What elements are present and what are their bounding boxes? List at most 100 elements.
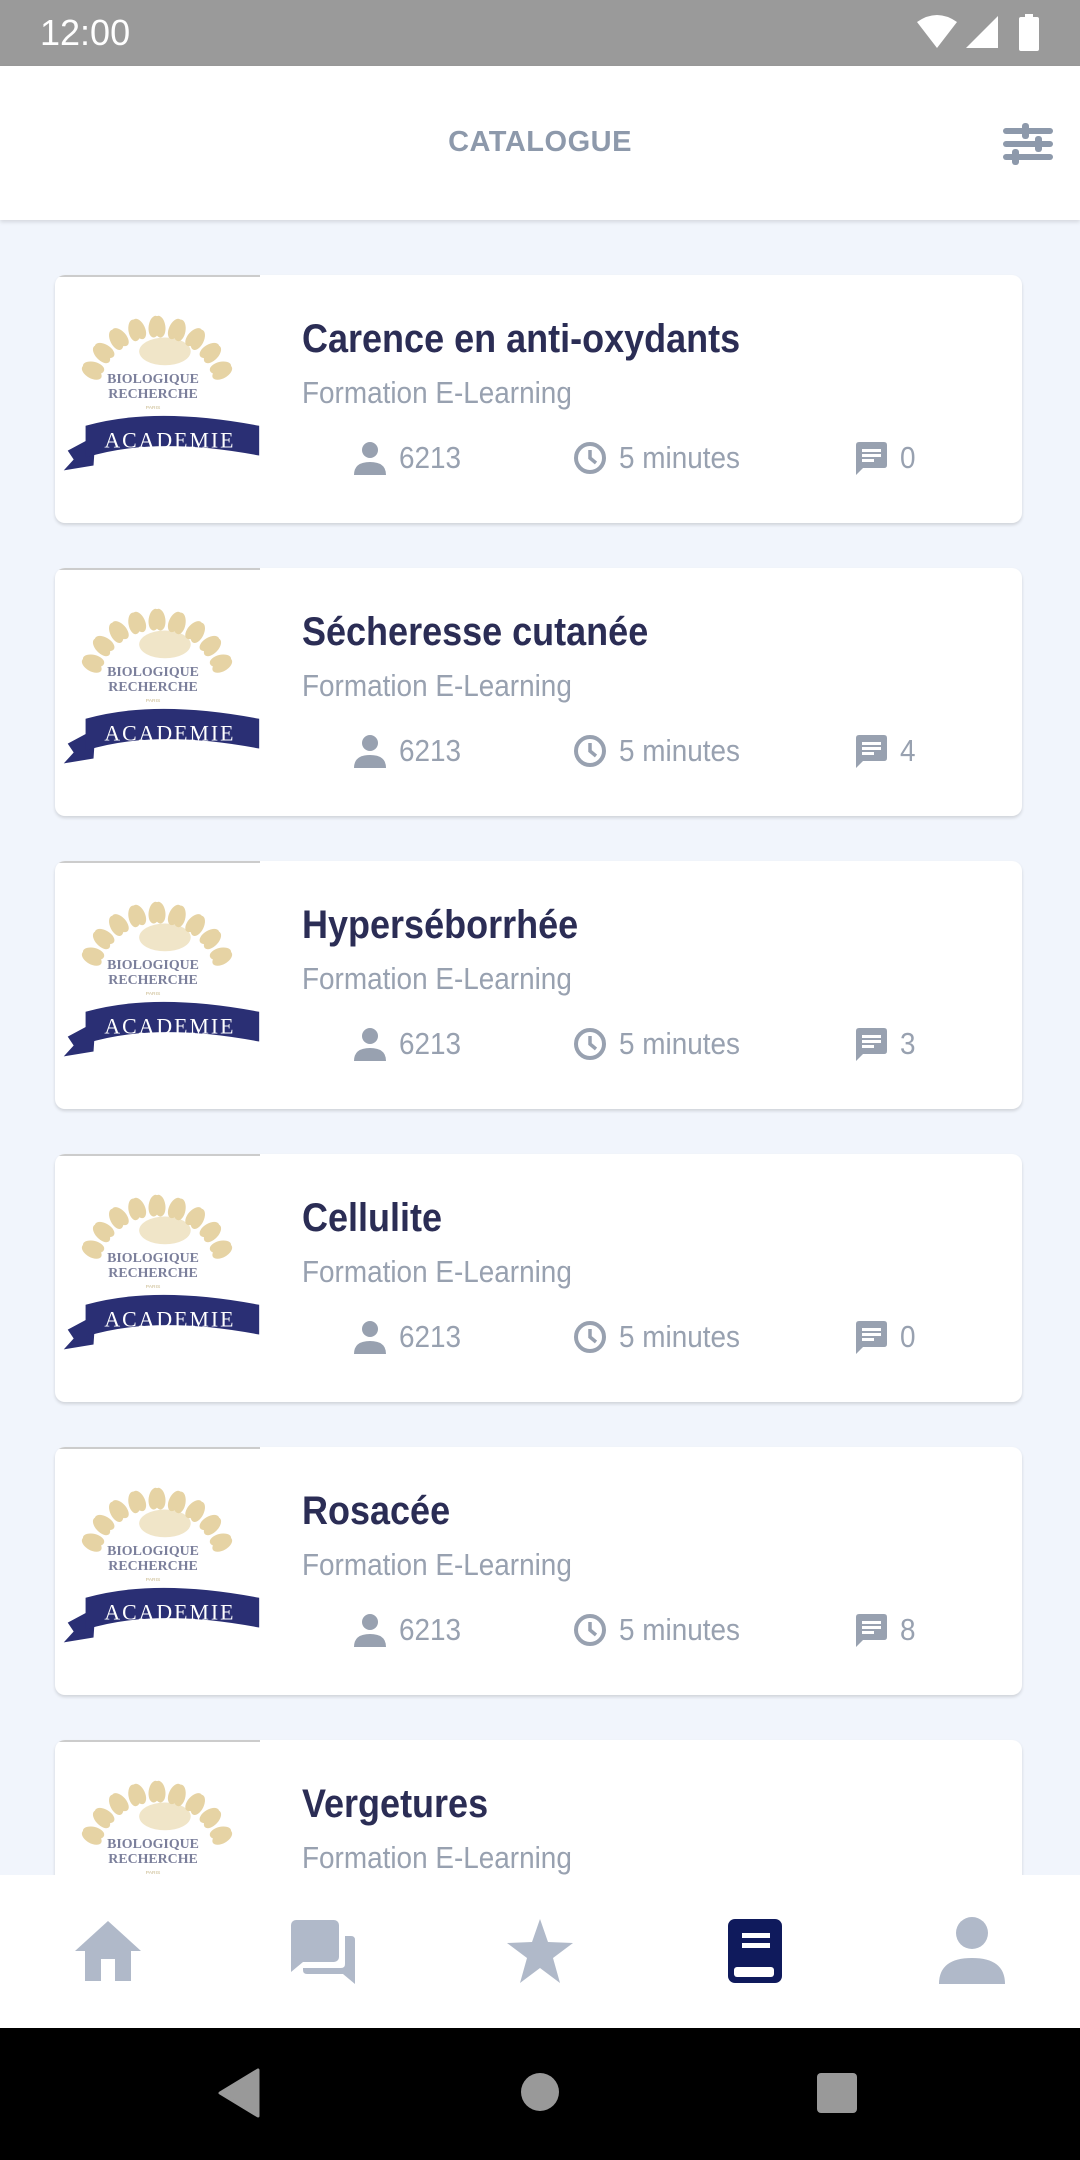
- course-title: Carence en anti-oxydants: [302, 317, 741, 361]
- comments-value: 8: [900, 1612, 916, 1647]
- participants-value: 6213: [399, 1612, 462, 1647]
- nav-profile[interactable]: [932, 1911, 1012, 1991]
- duration: 5 minutes: [573, 1319, 753, 1355]
- logo-text-line1: BIOLOGIQUE: [107, 1251, 199, 1266]
- course-title: Hyperséborrhée: [302, 903, 579, 947]
- logo-ribbon-text: ACADEMIE: [104, 1601, 235, 1625]
- clock-icon: [574, 1321, 606, 1353]
- logo-text-line1: BIOLOGIQUE: [107, 1544, 199, 1559]
- page-title: CATALOGUE: [448, 126, 632, 158]
- course-card[interactable]: BIOLOGIQUE RECHERCHE PARIS ACADEMIE Hype…: [55, 861, 1022, 1109]
- participants-count: 6213: [353, 1612, 468, 1648]
- academie-logo: BIOLOGIQUE RECHERCHE PARIS ACADEMIE: [55, 568, 260, 764]
- participants-count: 6213: [353, 440, 468, 476]
- comment-icon: [856, 735, 887, 768]
- course-card[interactable]: BIOLOGIQUE RECHERCHE PARIS ACADEMIE Cell…: [55, 1154, 1022, 1402]
- academie-logo: BIOLOGIQUE RECHERCHE PARIS ACADEMIE: [55, 275, 260, 471]
- duration: 5 minutes: [573, 1612, 753, 1648]
- person-icon: [939, 1917, 1005, 1984]
- logo-text-line3: PARIS: [146, 405, 161, 411]
- academie-logo: BIOLOGIQUE RECHERCHE PARIS ACADEMIE: [55, 1740, 260, 1875]
- person-icon: [354, 442, 386, 475]
- comments-value: 4: [900, 733, 916, 768]
- logo-text-line2: RECHERCHE: [108, 680, 197, 695]
- participants-value: 6213: [399, 1319, 462, 1354]
- logo-text-line3: PARIS: [146, 698, 161, 704]
- bottom-navigation: [0, 1875, 1080, 2028]
- status-time: 12:00: [40, 12, 131, 53]
- recents-icon[interactable]: [816, 2072, 858, 2114]
- logo-text-line2: RECHERCHE: [108, 1852, 197, 1867]
- course-subtitle: Formation E-Learning: [302, 961, 572, 996]
- person-icon: [354, 1321, 386, 1354]
- nav-favorites[interactable]: [500, 1911, 580, 1991]
- participants-count: 6213: [353, 733, 468, 769]
- duration-value: 5 minutes: [619, 733, 740, 768]
- participants-value: 6213: [399, 1026, 462, 1061]
- logo-ribbon-text: ACADEMIE: [104, 1015, 235, 1039]
- clock-icon: [574, 1614, 606, 1646]
- sliders-icon[interactable]: [1000, 118, 1056, 170]
- logo-ribbon-text: ACADEMIE: [104, 429, 235, 453]
- comment-icon: [856, 1028, 887, 1061]
- logo-text-line2: RECHERCHE: [108, 1266, 197, 1281]
- app-bar: CATALOGUE: [0, 66, 1080, 220]
- course-title: Sécheresse cutanée: [302, 610, 649, 654]
- logo-text-line3: PARIS: [146, 1284, 161, 1290]
- system-navigation-bar: [0, 2028, 1080, 2160]
- course-subtitle: Formation E-Learning: [302, 1547, 572, 1582]
- comment-icon: [856, 1614, 887, 1647]
- comments-count: 4: [854, 733, 917, 769]
- comments-count: 3: [854, 1026, 917, 1062]
- comments-count: 0: [854, 440, 917, 476]
- logo-text-line1: BIOLOGIQUE: [107, 958, 199, 973]
- course-subtitle: Formation E-Learning: [302, 668, 572, 703]
- nav-chat[interactable]: [284, 1911, 364, 1991]
- duration: 5 minutes: [573, 440, 753, 476]
- duration-value: 5 minutes: [619, 1026, 740, 1061]
- signal-icon: [966, 16, 998, 48]
- duration: 5 minutes: [573, 733, 753, 769]
- participants-count: 6213: [353, 1319, 468, 1355]
- comments-value: 3: [900, 1026, 916, 1061]
- duration-value: 5 minutes: [619, 1319, 740, 1354]
- comments-value: 0: [900, 440, 916, 475]
- status-bar: 12:00: [0, 0, 1080, 66]
- comment-icon: [856, 442, 887, 475]
- nav-home[interactable]: [68, 1911, 148, 1991]
- logo-text-line1: BIOLOGIQUE: [107, 372, 199, 387]
- course-list[interactable]: BIOLOGIQUE RECHERCHE PARIS ACADEMIE Care…: [0, 220, 1080, 1875]
- clock-icon: [574, 1028, 606, 1060]
- course-card[interactable]: BIOLOGIQUE RECHERCHE PARIS ACADEMIE Verg…: [55, 1740, 1022, 1875]
- book-icon: [728, 1919, 782, 1983]
- course-title: Vergetures: [302, 1782, 489, 1826]
- course-subtitle: Formation E-Learning: [302, 375, 572, 410]
- course-title: Rosacée: [302, 1489, 451, 1533]
- star-icon: [507, 1919, 573, 1983]
- course-card[interactable]: BIOLOGIQUE RECHERCHE PARIS ACADEMIE Séch…: [55, 568, 1022, 816]
- logo-text-line2: RECHERCHE: [108, 387, 197, 402]
- back-icon[interactable]: [218, 2068, 260, 2118]
- academie-logo: BIOLOGIQUE RECHERCHE PARIS ACADEMIE: [55, 861, 260, 1057]
- participants-value: 6213: [399, 440, 462, 475]
- course-title: Cellulite: [302, 1196, 443, 1240]
- clock-icon: [574, 735, 606, 767]
- comments-count: 0: [854, 1319, 917, 1355]
- logo-text-line3: PARIS: [146, 991, 161, 997]
- chat-icon: [291, 1920, 355, 1984]
- duration-value: 5 minutes: [619, 1612, 740, 1647]
- person-icon: [354, 1614, 386, 1647]
- logo-text-line2: RECHERCHE: [108, 973, 197, 988]
- comments-value: 0: [900, 1319, 916, 1354]
- duration-value: 5 minutes: [619, 440, 740, 475]
- course-subtitle: Formation E-Learning: [302, 1840, 572, 1875]
- course-card[interactable]: BIOLOGIQUE RECHERCHE PARIS ACADEMIE Rosa…: [55, 1447, 1022, 1695]
- course-card[interactable]: BIOLOGIQUE RECHERCHE PARIS ACADEMIE Care…: [55, 275, 1022, 523]
- person-icon: [354, 735, 386, 768]
- participants-value: 6213: [399, 733, 462, 768]
- nav-catalogue[interactable]: [716, 1911, 796, 1991]
- home-circle-icon[interactable]: [520, 2072, 560, 2112]
- logo-text-line2: RECHERCHE: [108, 1559, 197, 1574]
- logo-text-line3: PARIS: [146, 1577, 161, 1583]
- clock-icon: [574, 442, 606, 474]
